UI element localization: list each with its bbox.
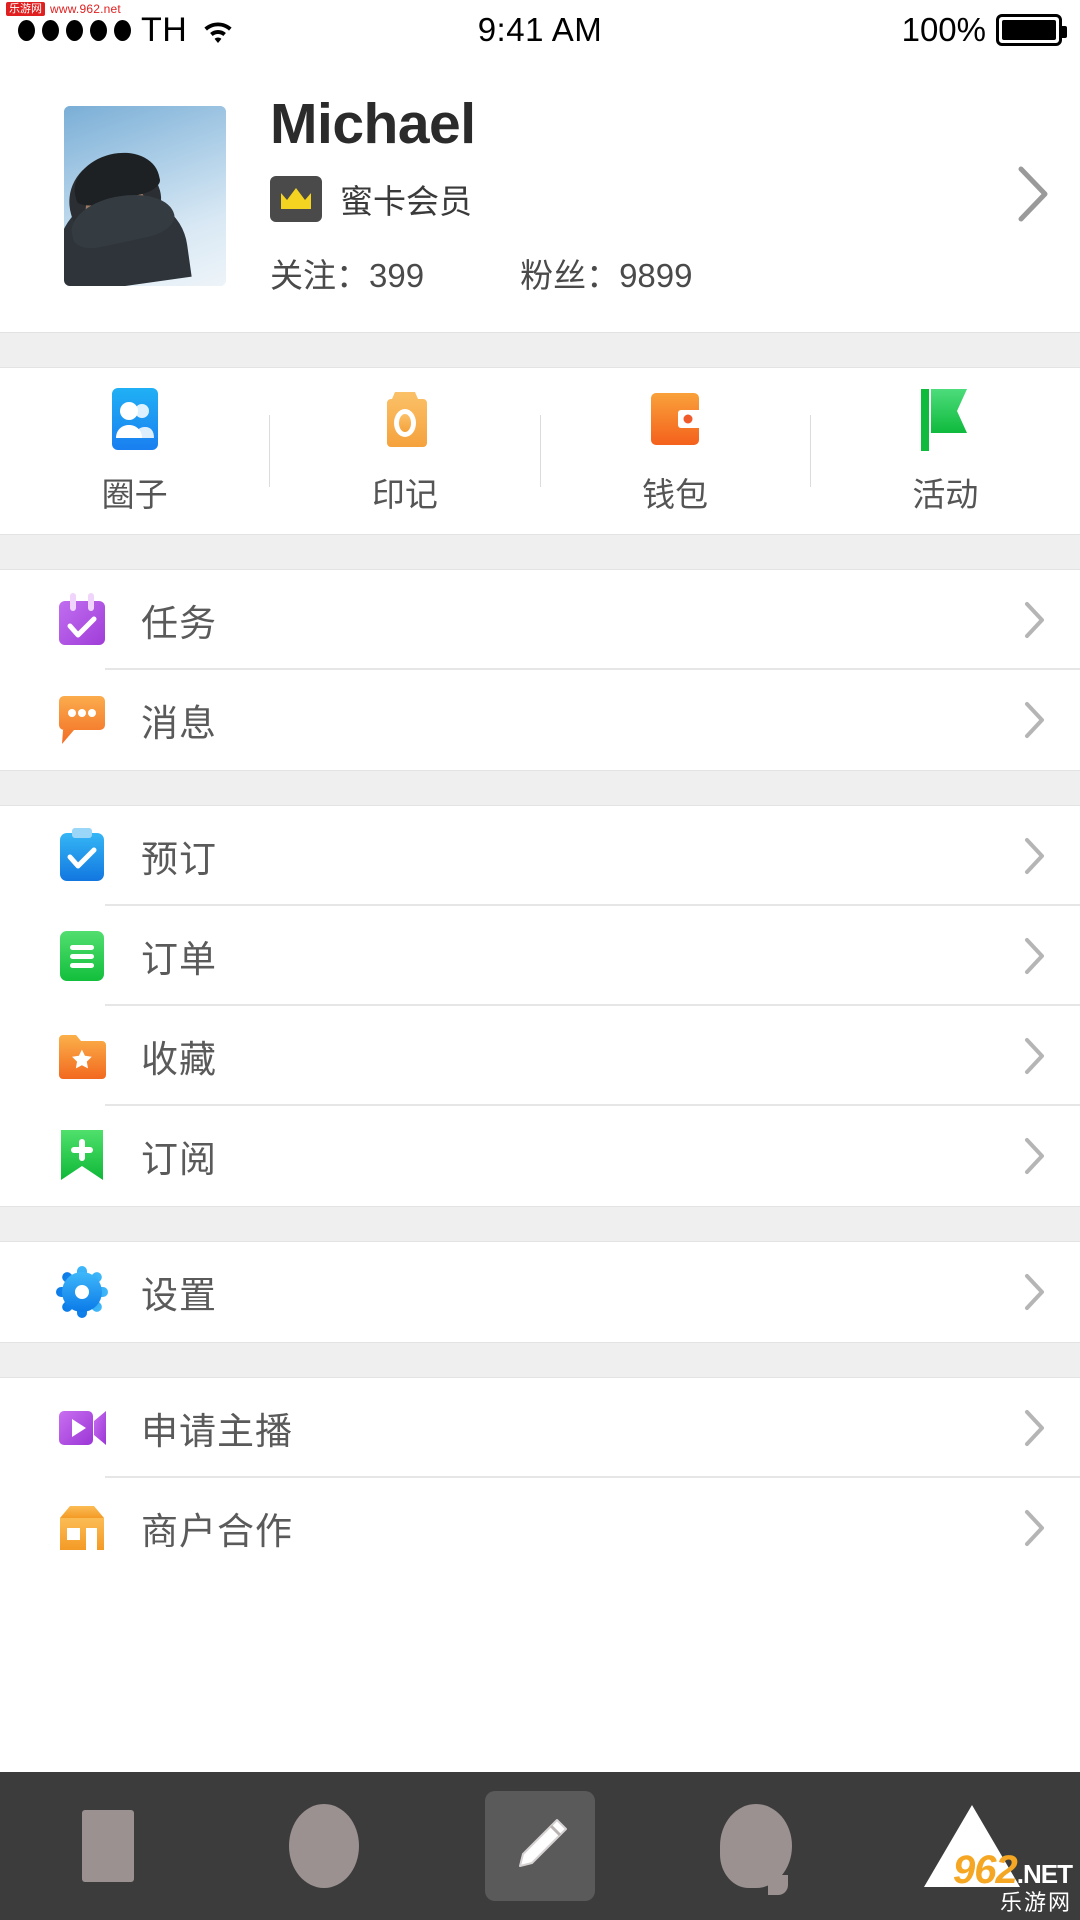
- menu-group-partner: 申请主播 商户合作: [0, 1378, 1080, 1578]
- list-item-label: 订阅: [141, 1139, 217, 1180]
- list-item-merchant-cooperation[interactable]: 商户合作: [0, 1478, 1080, 1578]
- following-stat: 关注：399: [270, 249, 424, 297]
- flag-icon: [912, 386, 978, 452]
- list-item-orders[interactable]: 订单: [0, 906, 1080, 1006]
- list-item-label: 商户合作: [141, 1511, 293, 1552]
- gear-icon: [56, 1264, 108, 1320]
- rectangle-icon: [82, 1810, 134, 1882]
- chevron-right-icon: [1024, 1409, 1046, 1447]
- speech-bubble-icon: [720, 1804, 792, 1895]
- quick-action-label: 圈子: [101, 476, 168, 513]
- watermark-main: 962: [953, 1848, 1018, 1892]
- status-bar: TH 9:41 AM 100%: [0, 0, 1080, 60]
- profile-header[interactable]: Michael 蜜卡会员 关注：399 粉丝：9899: [0, 60, 1080, 332]
- chat-button[interactable]: [648, 1804, 864, 1895]
- avatar[interactable]: [64, 106, 226, 286]
- section-gap: [0, 770, 1080, 806]
- menu-group-settings: 设置: [0, 1242, 1080, 1342]
- chevron-right-icon: [1024, 1509, 1046, 1547]
- shop-icon: [56, 1500, 108, 1556]
- folder-star-icon: [56, 1028, 108, 1084]
- quick-actions-bar: 圈子 印记 钱包 活动: [0, 368, 1080, 534]
- section-gap: [0, 1342, 1080, 1378]
- list-item-label: 预订: [141, 839, 217, 880]
- quick-action-label: 活动: [912, 476, 979, 513]
- list-item-label: 订单: [141, 939, 217, 980]
- list-item-apply-anchor[interactable]: 申请主播: [0, 1378, 1080, 1478]
- section-gap: [0, 534, 1080, 570]
- profile-info: Michael 蜜卡会员 关注：399 粉丝：9899: [270, 91, 998, 297]
- chevron-right-icon: [1024, 837, 1046, 875]
- compose-button[interactable]: [432, 1791, 648, 1901]
- quick-action-wallet[interactable]: 钱包: [541, 386, 810, 516]
- menu-group-tasks-messages: 任务 消息: [0, 570, 1080, 770]
- chevron-right-icon[interactable]: [1016, 165, 1050, 228]
- calendar-check-icon: [56, 592, 108, 648]
- wallet-icon: [642, 386, 708, 452]
- menu-group-orders: 预订 订单 收藏 订阅: [0, 806, 1080, 1206]
- page-title: Michael: [270, 91, 476, 156]
- bookmark-plus-icon: [56, 1128, 108, 1184]
- watermark-net: .NET: [1016, 1859, 1073, 1889]
- quick-action-moments[interactable]: 印记: [270, 386, 539, 516]
- followers-count: 9899: [619, 256, 693, 294]
- watermark-url: www.962.net: [50, 2, 121, 17]
- list-item-label: 消息: [141, 703, 217, 744]
- watermark-badge: 乐游网: [6, 2, 45, 17]
- vip-label: 蜜卡会员: [340, 182, 472, 220]
- chevron-right-icon: [1024, 1137, 1046, 1175]
- quick-action-label: 钱包: [642, 476, 709, 513]
- list-item-favorites[interactable]: 收藏: [0, 1006, 1080, 1106]
- vip-badge: 蜜卡会员: [270, 175, 998, 223]
- chevron-right-icon: [1024, 1273, 1046, 1311]
- list-item-label: 收藏: [141, 1039, 217, 1080]
- app-screen: 乐游网 www.962.net TH 9:41 AM 100% Michael …: [0, 0, 1080, 1920]
- section-gap: [0, 332, 1080, 368]
- followers-label: 粉丝：: [520, 256, 620, 294]
- bottom-nav-bar: [0, 1772, 1080, 1920]
- quick-action-label: 印记: [371, 476, 438, 513]
- chevron-right-icon: [1024, 601, 1046, 639]
- battery-full-icon: [996, 14, 1067, 46]
- camera-icon: [372, 386, 438, 452]
- list-item-label: 申请主播: [141, 1411, 293, 1452]
- profile-stats: 关注：399 粉丝：9899: [270, 249, 998, 297]
- clipboard-check-icon: [56, 828, 108, 884]
- list-item-booking[interactable]: 预订: [0, 806, 1080, 906]
- list-item-subscriptions[interactable]: 订阅: [0, 1106, 1080, 1206]
- chevron-right-icon: [1024, 937, 1046, 975]
- list-item-tasks[interactable]: 任务: [0, 570, 1080, 670]
- following-count: 399: [369, 256, 425, 294]
- crown-icon: [270, 175, 322, 222]
- following-label: 关注：: [270, 256, 369, 294]
- watermark-bottom-right: 962.NET 乐游网: [953, 1848, 1073, 1915]
- list-item-messages[interactable]: 消息: [0, 670, 1080, 770]
- section-gap: [0, 1206, 1080, 1242]
- watermark-sub: 乐游网: [999, 1890, 1072, 1915]
- pencil-icon: [485, 1791, 595, 1901]
- watermark-top-left: 乐游网 www.962.net: [6, 2, 121, 17]
- status-bar-right: 100%: [540, 11, 1067, 49]
- quick-action-circles[interactable]: 圈子: [0, 386, 269, 516]
- battery-percent-label: 100%: [901, 11, 986, 48]
- list-lines-icon: [56, 928, 108, 984]
- recents-button[interactable]: [0, 1810, 216, 1882]
- followers-stat: 粉丝：9899: [520, 249, 692, 297]
- list-item-settings[interactable]: 设置: [0, 1242, 1080, 1342]
- list-item-label: 设置: [141, 1275, 217, 1316]
- video-play-icon: [56, 1400, 108, 1456]
- chevron-right-icon: [1024, 1037, 1046, 1075]
- chevron-right-icon: [1024, 701, 1046, 739]
- people-card-icon: [102, 386, 168, 452]
- quick-action-activity[interactable]: 活动: [811, 386, 1080, 516]
- home-button[interactable]: [216, 1804, 432, 1888]
- chat-bubble-icon: [56, 692, 108, 748]
- circle-icon: [289, 1804, 359, 1888]
- list-item-label: 任务: [141, 603, 217, 644]
